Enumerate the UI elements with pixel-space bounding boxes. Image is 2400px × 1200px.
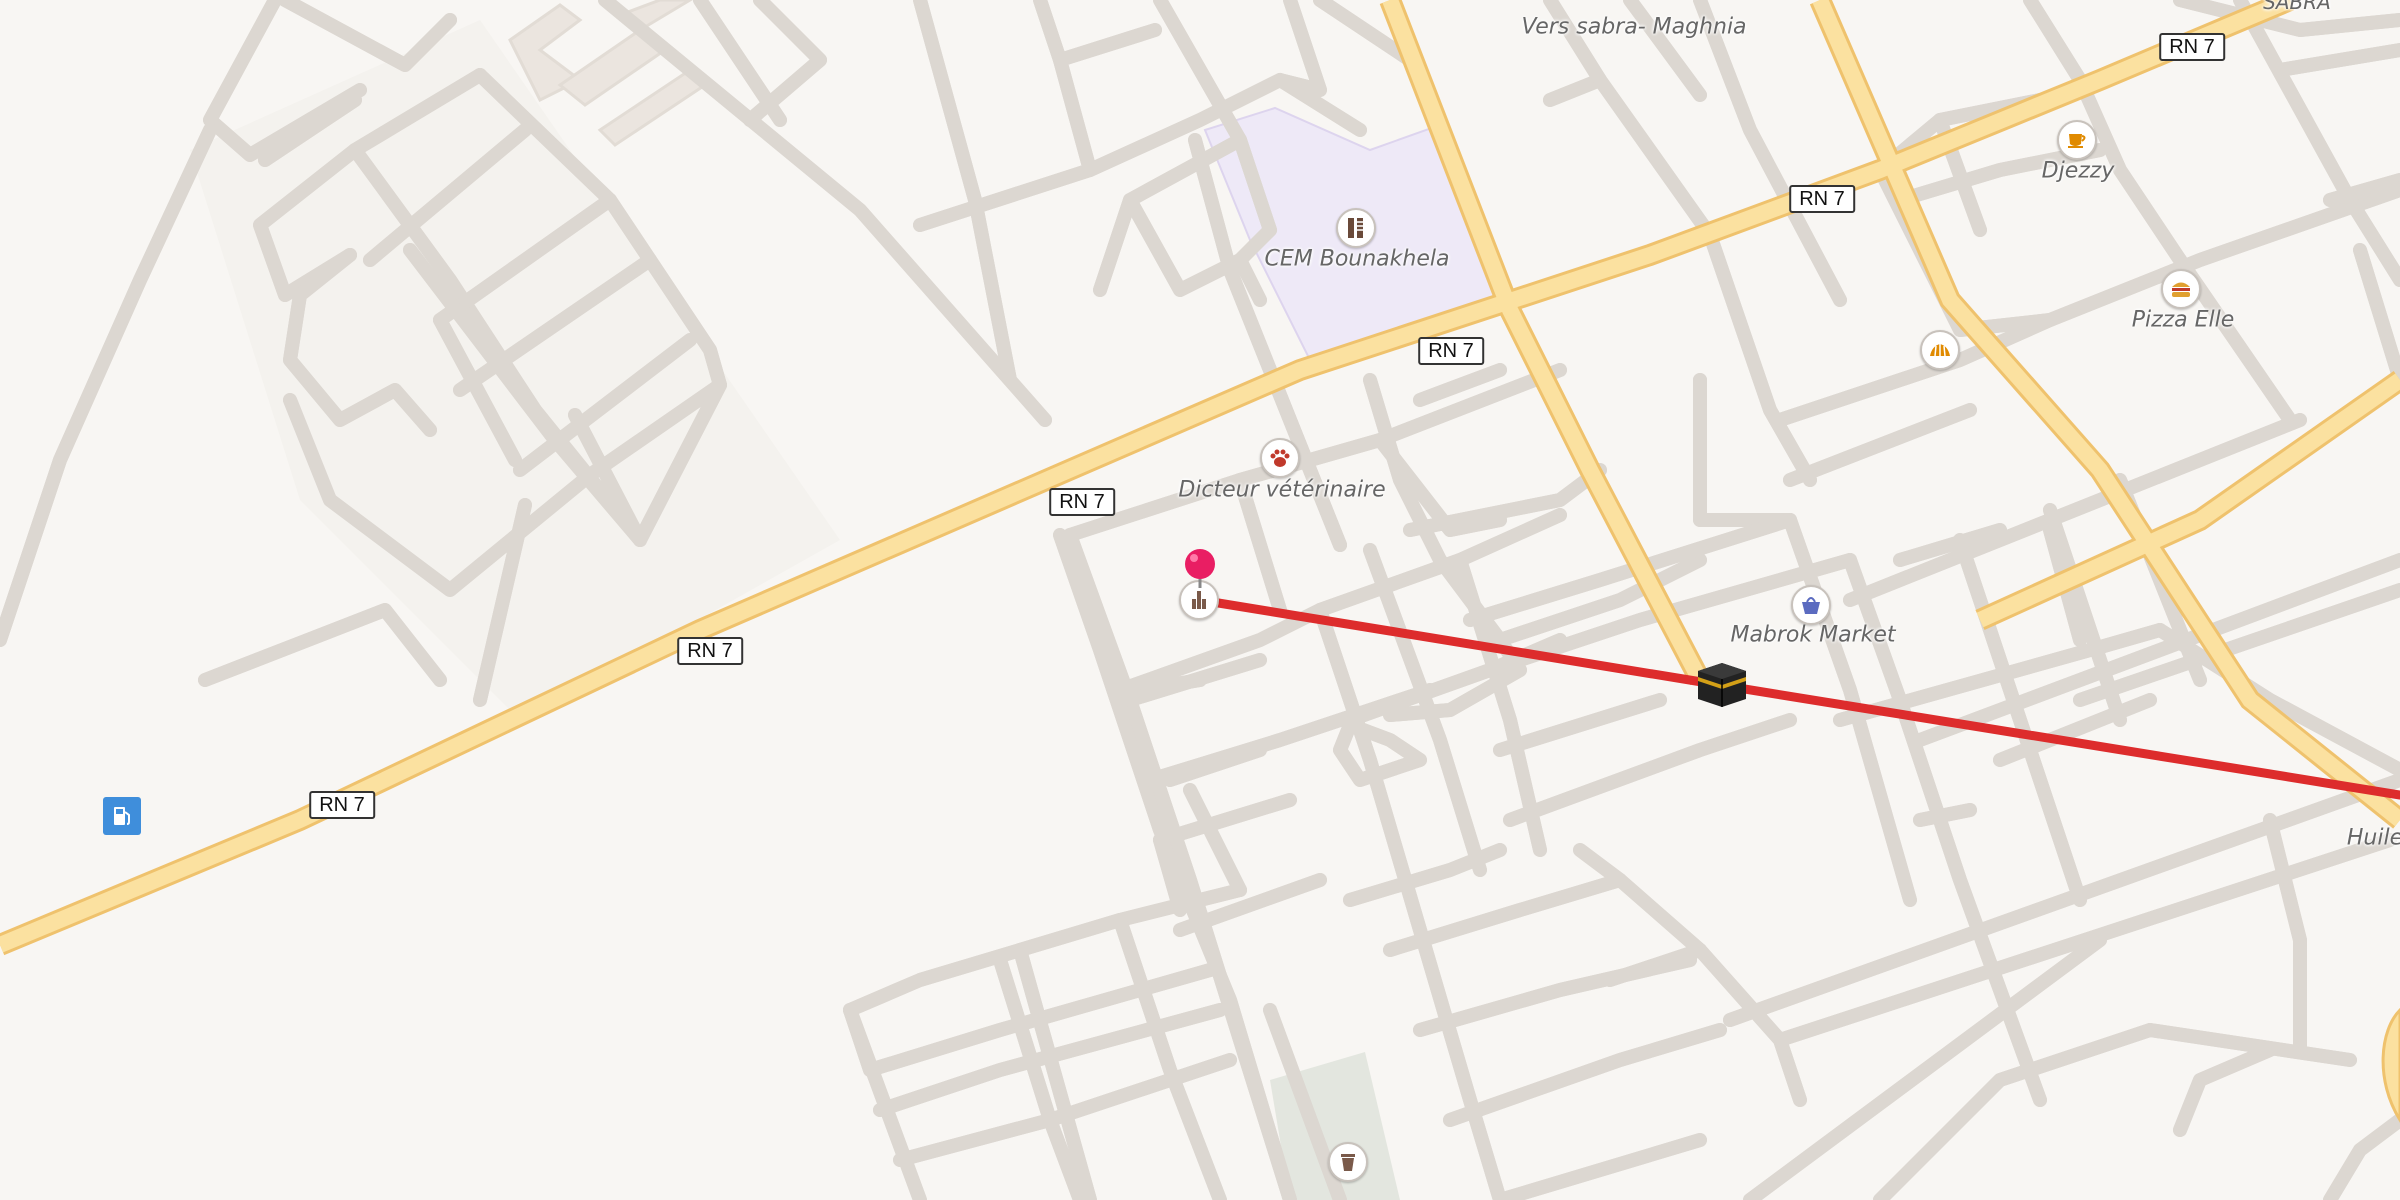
school-icon[interactable] (1336, 208, 1376, 248)
area-label: SABRA (2263, 0, 2331, 14)
kaaba-icon[interactable] (1694, 655, 1750, 711)
poi-label[interactable]: Dicteur vétérinaire (1178, 478, 1385, 503)
shopping-basket-icon[interactable] (1791, 585, 1831, 625)
poi-label[interactable]: Huile (2347, 826, 2400, 851)
road-shield: RN 7 (2159, 33, 2225, 61)
road-shield: RN 7 (309, 791, 375, 819)
map-pin-icon[interactable] (1180, 548, 1220, 588)
poi-label[interactable]: Pizza Elle (2132, 308, 2235, 333)
burger-icon[interactable] (2161, 269, 2201, 309)
map-view[interactable]: RN 7 RN 7 RN 7 RN 7 RN 7 RN 7 Vers sabra… (0, 0, 2400, 1200)
road-shield: RN 7 (677, 637, 743, 665)
road-shield: RN 7 (1049, 488, 1115, 516)
area-label: Vers sabra- Maghnia (1521, 14, 1747, 40)
fuel-station-icon[interactable] (103, 797, 141, 835)
road-shield: RN 7 (1789, 185, 1855, 213)
poi-label[interactable]: CEM Bounakhela (1265, 247, 1450, 272)
waste-basket-icon[interactable] (1328, 1142, 1368, 1182)
croissant-icon[interactable] (1920, 330, 1960, 370)
paw-icon[interactable] (1260, 438, 1300, 478)
coffee-icon[interactable] (2057, 120, 2097, 160)
poi-label[interactable]: Djezzy (2042, 159, 2115, 184)
road-shield: RN 7 (1418, 337, 1484, 365)
poi-label[interactable]: Mabrok Market (1730, 623, 1895, 648)
